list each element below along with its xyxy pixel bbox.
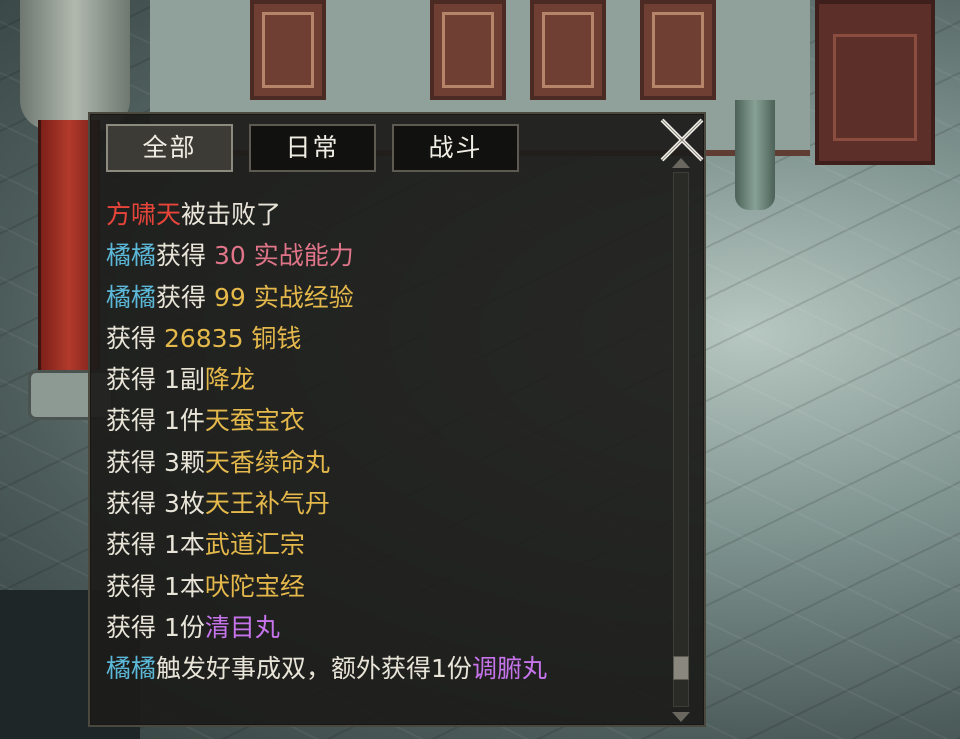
message-segment: 橘橘 bbox=[106, 241, 157, 271]
lattice-window bbox=[640, 0, 716, 100]
log-message: 获得 3颗天香续命丸 bbox=[106, 442, 666, 483]
log-message: 橘橘触发好事成双，额外获得1份调腑丸 bbox=[106, 648, 666, 689]
battle-log-panel: 全部 日常 战斗 方啸天被击败了 橘橘获得 30 实战能力 橘橘获得 99 实战经验… bbox=[88, 112, 706, 727]
wooden-door bbox=[815, 0, 935, 165]
stone-pillar-capital bbox=[20, 0, 130, 130]
message-segment: 获得 3枚 bbox=[106, 489, 205, 519]
message-list[interactable]: 方啸天被击败了 橘橘获得 30 实战能力 橘橘获得 99 实战经验 获得 26835 … bbox=[106, 194, 666, 709]
message-segment: 获得 bbox=[156, 282, 214, 312]
log-message: 获得 1本吠陀宝经 bbox=[106, 566, 666, 607]
lattice-window bbox=[530, 0, 606, 100]
message-segment: 获得 1份 bbox=[106, 612, 205, 642]
lattice-window bbox=[250, 0, 326, 100]
lattice-window bbox=[430, 0, 506, 100]
scroll-down-arrow-icon[interactable] bbox=[671, 710, 691, 724]
message-segment: 获得 bbox=[156, 241, 214, 271]
log-message: 获得 1本武道汇宗 bbox=[106, 524, 666, 565]
message-segment: 方啸天 bbox=[106, 200, 182, 229]
log-message: 方啸天被击败了 bbox=[106, 194, 666, 235]
tab-daily[interactable]: 日常 bbox=[249, 124, 376, 172]
message-segment: 清目丸 bbox=[204, 612, 280, 642]
message-segment: 武道汇宗 bbox=[204, 530, 305, 560]
message-segment: 获得 bbox=[106, 323, 164, 353]
message-segment: 天蚕宝衣 bbox=[204, 406, 305, 436]
scroll-track[interactable] bbox=[673, 172, 689, 707]
tab-all[interactable]: 全部 bbox=[106, 124, 233, 172]
message-segment: 被击败了 bbox=[181, 200, 282, 229]
message-segment: 触发好事成双，额外获得1份 bbox=[156, 654, 472, 684]
message-segment: 降龙 bbox=[204, 365, 255, 395]
log-message: 橘橘获得 99 实战经验 bbox=[106, 277, 666, 318]
tab-combat[interactable]: 战斗 bbox=[392, 124, 519, 172]
log-message: 获得 1副降龙 bbox=[106, 359, 666, 400]
scrollbar[interactable] bbox=[670, 156, 692, 724]
log-message: 获得 26835 铜钱 bbox=[106, 318, 666, 359]
message-segment: 天香续命丸 bbox=[204, 447, 330, 477]
message-segment: 调腑丸 bbox=[471, 654, 547, 684]
message-segment: 获得 1件 bbox=[106, 406, 205, 436]
log-message: 橘橘获得 30 实战能力 bbox=[106, 235, 666, 276]
message-segment: 26835 铜钱 bbox=[163, 323, 302, 353]
message-segment: 99 实战经验 bbox=[213, 282, 354, 312]
scroll-thumb[interactable] bbox=[673, 656, 689, 680]
log-message: 获得 3枚天王补气丹 bbox=[106, 483, 666, 524]
message-segment: 橘橘 bbox=[106, 282, 157, 312]
log-message: 获得 1份清目丸 bbox=[106, 607, 666, 648]
message-segment: 获得 1本 bbox=[106, 571, 205, 601]
green-post bbox=[735, 100, 775, 210]
scroll-up-arrow-icon[interactable] bbox=[671, 156, 691, 170]
message-segment: 30 实战能力 bbox=[213, 241, 354, 271]
message-segment: 获得 1本 bbox=[106, 530, 205, 560]
message-segment: 橘橘 bbox=[106, 654, 157, 684]
message-segment: 获得 3颗 bbox=[106, 447, 205, 477]
message-segment: 获得 1副 bbox=[106, 365, 205, 395]
message-segment: 吠陀宝经 bbox=[204, 571, 305, 601]
log-message: 获得 1件天蚕宝衣 bbox=[106, 400, 666, 441]
message-segment: 天王补气丹 bbox=[204, 489, 330, 519]
